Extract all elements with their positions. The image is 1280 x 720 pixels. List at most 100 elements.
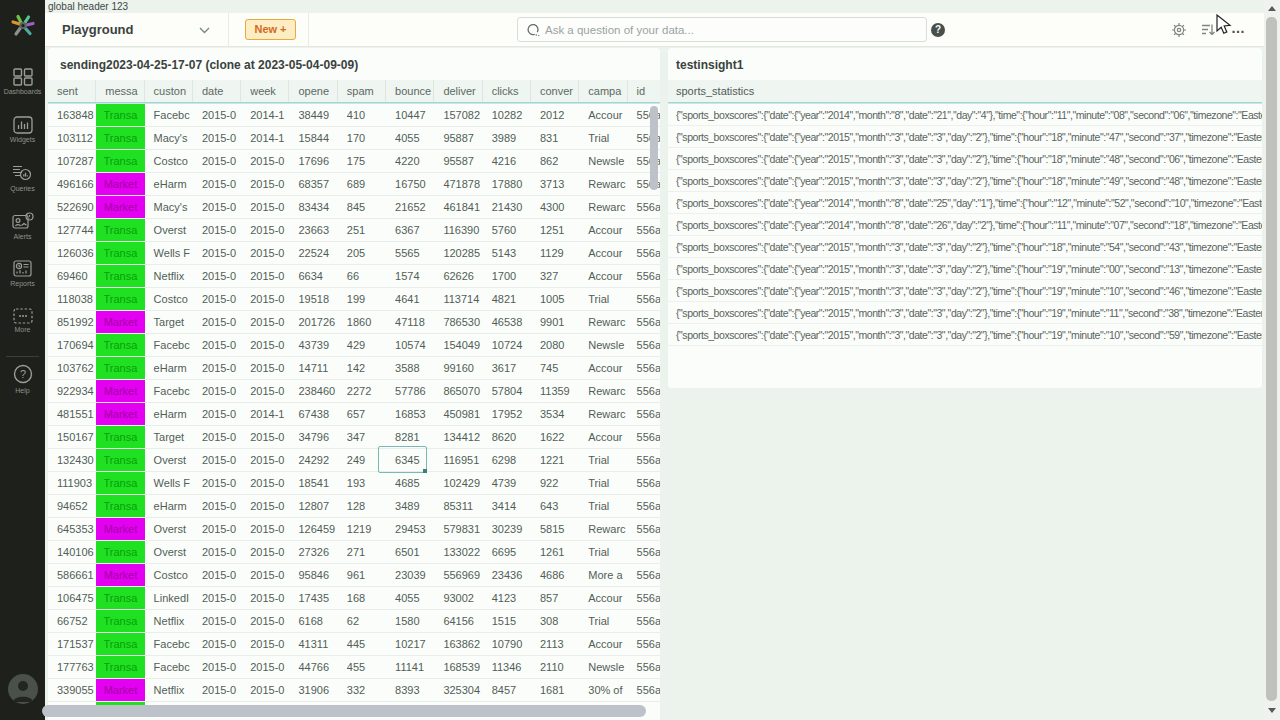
table-cell[interactable]: 4821 bbox=[483, 288, 531, 310]
table-cell[interactable]: Costco bbox=[145, 288, 193, 310]
table-cell[interactable]: 3617 bbox=[483, 357, 531, 379]
table-cell[interactable]: 2015-0 bbox=[193, 518, 241, 540]
message-type-cell[interactable]: Transa bbox=[96, 242, 144, 264]
table-cell[interactable]: 2015-0 bbox=[241, 334, 289, 356]
table-cell[interactable]: 95846 bbox=[289, 564, 337, 586]
table-cell[interactable]: Trial bbox=[579, 472, 627, 494]
table-cell[interactable]: 157082 bbox=[434, 104, 482, 126]
column-header-opene[interactable]: opene bbox=[289, 80, 337, 102]
table-cell[interactable]: 2015-0 bbox=[241, 150, 289, 172]
table-cell[interactable]: 170694 bbox=[48, 334, 96, 356]
table-cell[interactable]: Rewarc bbox=[579, 403, 627, 425]
sidebar-item-queries[interactable]: Queries bbox=[0, 164, 45, 210]
table-cell[interactable]: 4216 bbox=[483, 150, 531, 172]
table-cell[interactable]: 429 bbox=[338, 334, 386, 356]
column-header-week[interactable]: week bbox=[241, 80, 289, 102]
message-type-cell[interactable]: Market bbox=[96, 196, 144, 218]
table-cell[interactable]: 168 bbox=[338, 587, 386, 609]
table-cell[interactable]: 556a bbox=[628, 472, 660, 494]
table-cell[interactable]: 94652 bbox=[48, 495, 96, 517]
table-cell[interactable]: 2012 bbox=[531, 104, 579, 126]
table-cell[interactable]: Overst bbox=[145, 541, 193, 563]
table-cell[interactable]: 133022 bbox=[434, 541, 482, 563]
table-cell[interactable]: 10574 bbox=[386, 334, 434, 356]
table-cell[interactable]: 857 bbox=[531, 587, 579, 609]
table-cell[interactable]: 1219 bbox=[338, 518, 386, 540]
table-cell[interactable]: 332 bbox=[338, 679, 386, 701]
table-cell[interactable]: 410 bbox=[338, 104, 386, 126]
table-cell[interactable]: 2015-0 bbox=[193, 472, 241, 494]
table-cell[interactable]: 2113 bbox=[531, 633, 579, 655]
table-cell[interactable]: 2015-0 bbox=[193, 541, 241, 563]
table-cell[interactable]: Overst bbox=[145, 449, 193, 471]
message-type-cell[interactable]: Transa bbox=[96, 288, 144, 310]
table-cell[interactable]: 8281 bbox=[386, 426, 434, 448]
table-cell[interactable]: 450981 bbox=[434, 403, 482, 425]
sidebar-item-alerts[interactable]: Alerts bbox=[0, 212, 45, 258]
insight-row[interactable]: {"sports_boxscores":{"date":{"year":"201… bbox=[668, 302, 1262, 324]
table-cell[interactable]: 556a bbox=[628, 518, 660, 540]
table-cell[interactable]: 2015-0 bbox=[193, 426, 241, 448]
table-cell[interactable]: 556a bbox=[628, 587, 660, 609]
table-cell[interactable]: 1860 bbox=[338, 311, 386, 333]
table-cell[interactable]: 2015-0 bbox=[241, 633, 289, 655]
table-cell[interactable]: Netflix bbox=[145, 610, 193, 632]
table-cell[interactable]: 134412 bbox=[434, 426, 482, 448]
workspace-selector[interactable]: Playground bbox=[62, 13, 134, 47]
column-header-spam[interactable]: spam bbox=[338, 80, 386, 102]
table-cell[interactable]: 2015-0 bbox=[241, 472, 289, 494]
message-type-cell[interactable]: Market bbox=[96, 518, 144, 540]
table-cell[interactable]: 251 bbox=[338, 219, 386, 241]
table-cell[interactable]: 556a bbox=[628, 495, 660, 517]
table-cell[interactable]: 556a bbox=[628, 679, 660, 701]
message-type-cell[interactable]: Transa bbox=[96, 357, 144, 379]
table-cell[interactable]: 556a bbox=[628, 633, 660, 655]
table-cell[interactable]: 23039 bbox=[386, 564, 434, 586]
message-type-cell[interactable]: Market bbox=[96, 311, 144, 333]
insight-row[interactable]: {"sports_boxscores":{"date":{"year":"201… bbox=[668, 170, 1262, 192]
table-cell[interactable]: 29453 bbox=[386, 518, 434, 540]
table-cell[interactable]: 5760 bbox=[483, 219, 531, 241]
table-cell[interactable]: 3489 bbox=[386, 495, 434, 517]
table-cell[interactable]: 325304 bbox=[434, 679, 482, 701]
table-cell[interactable]: 1515 bbox=[483, 610, 531, 632]
table-cell[interactable]: 556a bbox=[628, 334, 660, 356]
table-cell[interactable]: Accour bbox=[579, 104, 627, 126]
table-cell[interactable]: 657 bbox=[338, 403, 386, 425]
table-cell[interactable]: 62 bbox=[338, 610, 386, 632]
table-cell[interactable]: 17952 bbox=[483, 403, 531, 425]
table-cell[interactable]: 4220 bbox=[386, 150, 434, 172]
table-cell[interactable]: 69460 bbox=[48, 265, 96, 287]
table-cell[interactable]: 5143 bbox=[483, 242, 531, 264]
table-cell[interactable]: 4739 bbox=[483, 472, 531, 494]
table-cell[interactable]: 41311 bbox=[289, 633, 337, 655]
table-cell[interactable]: 689 bbox=[338, 173, 386, 195]
table-cell[interactable]: 6695 bbox=[483, 541, 531, 563]
table-cell[interactable]: 99160 bbox=[434, 357, 482, 379]
column-header-custon[interactable]: custon bbox=[145, 80, 193, 102]
table-cell[interactable]: 6345 bbox=[386, 449, 434, 471]
table-cell[interactable]: Rewarc bbox=[579, 311, 627, 333]
insight-column-header[interactable]: sports_statistics bbox=[668, 80, 1262, 102]
table-cell[interactable]: 175 bbox=[338, 150, 386, 172]
sidebar-item-widgets[interactable]: Widgets bbox=[0, 116, 45, 162]
column-header-clicks[interactable]: clicks bbox=[483, 80, 531, 102]
table-cell[interactable]: 4641 bbox=[386, 288, 434, 310]
table-cell[interactable]: 4123 bbox=[483, 587, 531, 609]
table-cell[interactable]: 163862 bbox=[434, 633, 482, 655]
table-cell[interactable]: 24292 bbox=[289, 449, 337, 471]
table-cell[interactable]: Accour bbox=[579, 426, 627, 448]
table-cell[interactable]: Facebc bbox=[145, 656, 193, 678]
table-cell[interactable]: 17880 bbox=[483, 173, 531, 195]
table-cell[interactable]: 2015-0 bbox=[241, 380, 289, 402]
table-cell[interactable]: 66 bbox=[338, 265, 386, 287]
table-cell[interactable]: 19518 bbox=[289, 288, 337, 310]
table-cell[interactable]: 140106 bbox=[48, 541, 96, 563]
table-cell[interactable]: Overst bbox=[145, 518, 193, 540]
table-cell[interactable]: 30% of bbox=[579, 679, 627, 701]
table-cell[interactable]: Costco bbox=[145, 564, 193, 586]
table-cell[interactable]: 4685 bbox=[386, 472, 434, 494]
insight-row[interactable]: {"sports_boxscores":{"date":{"year":"201… bbox=[668, 280, 1262, 302]
table-cell[interactable]: Facebc bbox=[145, 334, 193, 356]
sidebar-item-help[interactable]: ? Help bbox=[0, 363, 45, 409]
